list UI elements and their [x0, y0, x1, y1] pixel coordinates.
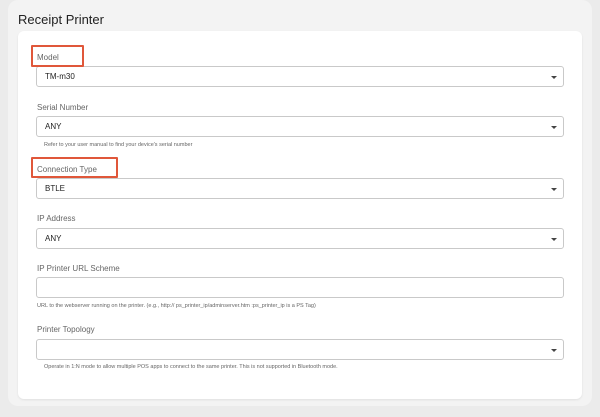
serial-number-label: Serial Number: [37, 103, 89, 112]
model-highlight-box: [31, 45, 84, 67]
url-scheme-helper: URL to the webserver running on the prin…: [37, 303, 316, 309]
printer-topology-select[interactable]: [36, 339, 564, 360]
printer-topology-label: Printer Topology: [37, 325, 95, 334]
connection-type-highlight-box: [31, 157, 118, 178]
connection-type-value: BTLE: [45, 184, 66, 193]
url-scheme-label: IP Printer URL Scheme: [37, 264, 120, 273]
chevron-down-icon: [551, 349, 557, 352]
model-value: TM-m30: [45, 72, 75, 81]
ip-address-label: IP Address: [37, 214, 76, 223]
serial-number-value: ANY: [45, 122, 62, 131]
chevron-down-icon: [551, 126, 557, 129]
receipt-printer-card: Model TM-m30 Serial Number ANY Refer to …: [18, 31, 582, 399]
chevron-down-icon: [551, 76, 557, 79]
ip-address-select[interactable]: ANY: [36, 228, 564, 249]
serial-number-helper: Refer to your user manual to find your d…: [44, 142, 193, 148]
printer-topology-helper: Operate in 1:N mode to allow multiple PO…: [44, 364, 338, 370]
url-scheme-input[interactable]: [36, 277, 564, 298]
model-select[interactable]: TM-m30: [36, 66, 564, 87]
ip-address-value: ANY: [45, 234, 62, 243]
settings-panel: Receipt Printer Model TM-m30 Serial Numb…: [8, 0, 592, 406]
serial-number-select[interactable]: ANY: [36, 116, 564, 137]
chevron-down-icon: [551, 238, 557, 241]
section-title: Receipt Printer: [18, 12, 104, 27]
connection-type-select[interactable]: BTLE: [36, 178, 564, 199]
chevron-down-icon: [551, 188, 557, 191]
